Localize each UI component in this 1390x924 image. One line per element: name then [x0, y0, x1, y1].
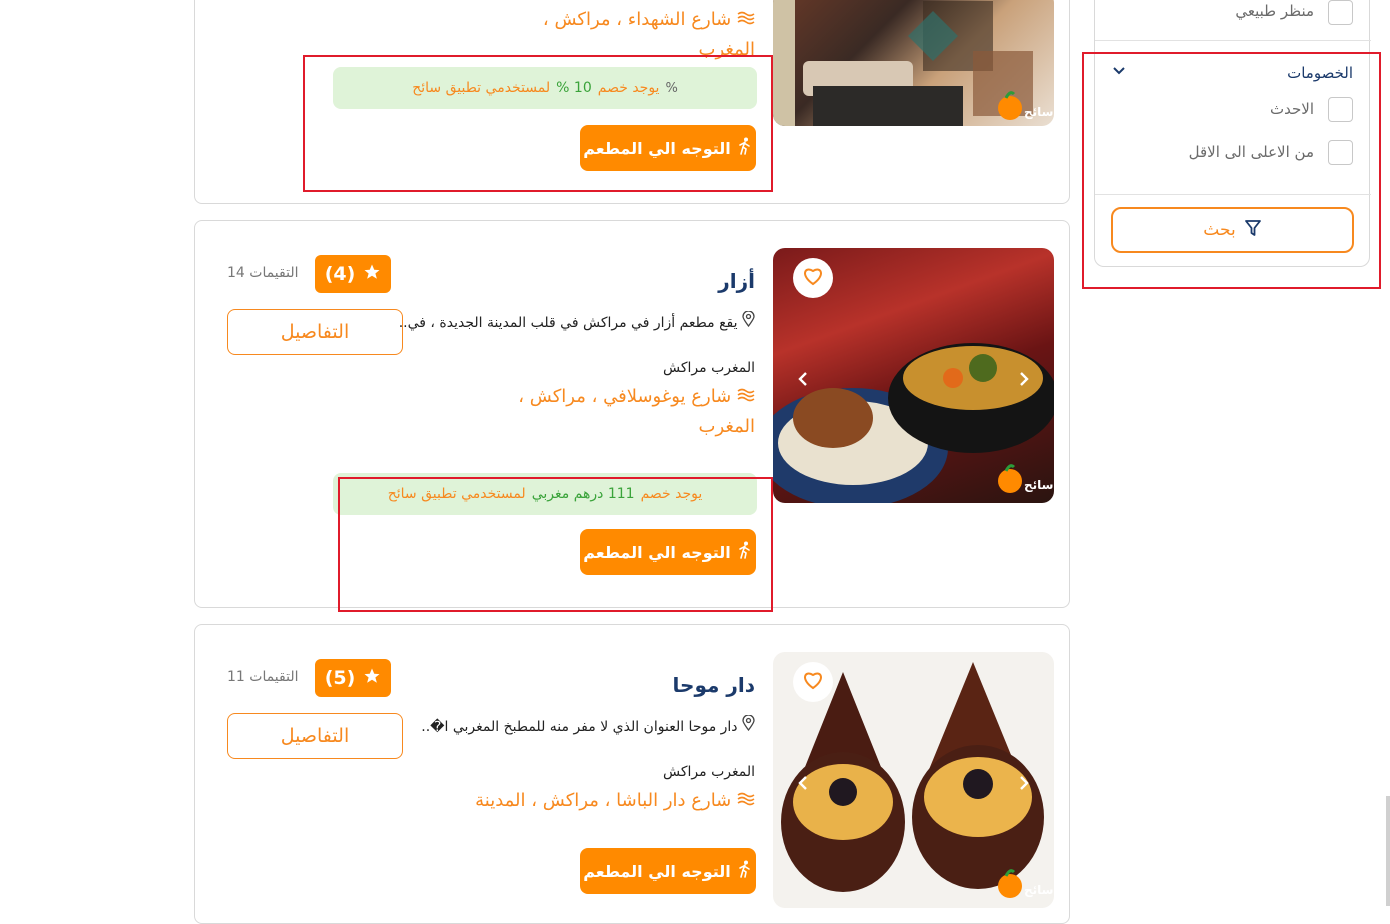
- scrollbar[interactable]: [1386, 796, 1390, 906]
- restaurant-street: شارع دار الباشا ، مراكش ، المدينة: [455, 786, 755, 816]
- pin-icon: [742, 714, 755, 739]
- reviews-count: 11 التقيمات: [227, 669, 299, 685]
- restaurant-card: سائح دار موحا (5) 11 التقيمات التفاصيل د…: [194, 624, 1070, 924]
- restaurant-photo[interactable]: سائح: [773, 248, 1054, 503]
- rating-badge: (5): [315, 659, 391, 697]
- reviews-count: 14 التقيمات: [227, 265, 299, 281]
- highlight-box: [303, 55, 773, 192]
- walk-icon: [737, 860, 753, 882]
- heart-icon: [802, 670, 824, 694]
- details-button[interactable]: التفاصيل: [227, 309, 403, 355]
- go-to-restaurant-button[interactable]: التوجه الي المطعم: [580, 848, 756, 894]
- svg-text:سائح: سائح: [1024, 105, 1053, 119]
- road-icon: [737, 5, 755, 35]
- favorite-button[interactable]: [793, 258, 833, 298]
- rating-badge: (4): [315, 255, 391, 293]
- filter-checkbox[interactable]: [1328, 0, 1353, 25]
- chevron-right-icon[interactable]: [1014, 774, 1032, 792]
- road-icon: [737, 786, 755, 816]
- favorite-button[interactable]: [793, 662, 833, 702]
- road-icon: [737, 382, 755, 412]
- restaurant-street: شارع يوغوسلافي ، مراكش ، المغرب: [485, 382, 755, 442]
- brand-logo-icon: سائح: [998, 91, 1053, 120]
- restaurant-city: المغرب مراكش: [663, 764, 755, 780]
- pin-icon: [742, 310, 755, 335]
- star-icon: [363, 263, 381, 286]
- restaurant-name[interactable]: أزار: [718, 269, 755, 293]
- restaurant-description: يقع مطعم أزار في مراكش في قلب المدينة ال…: [395, 310, 755, 335]
- brand-logo-icon: سائح: [998, 464, 1053, 493]
- chevron-left-icon[interactable]: [795, 370, 813, 388]
- highlight-box: [338, 477, 773, 612]
- brand-logo-icon: سائح: [998, 869, 1053, 898]
- details-button[interactable]: التفاصيل: [227, 713, 403, 759]
- divider: [1095, 40, 1371, 41]
- heart-icon: [802, 266, 824, 290]
- filter-label: منظر طبيعي: [1235, 2, 1314, 20]
- svg-text:سائح: سائح: [1024, 478, 1053, 492]
- restaurant-photo[interactable]: سائح: [773, 652, 1054, 908]
- chevron-left-icon[interactable]: [795, 774, 813, 792]
- restaurant-description: دار موحا العنوان الذي لا مفر منه للمطبخ …: [395, 714, 755, 739]
- svg-text:سائح: سائح: [1024, 883, 1053, 897]
- star-icon: [363, 667, 381, 690]
- chevron-right-icon[interactable]: [1014, 370, 1032, 388]
- restaurant-name[interactable]: دار موحا: [673, 673, 755, 697]
- highlight-box: [1082, 52, 1381, 289]
- restaurant-city: المغرب مراكش: [663, 360, 755, 376]
- restaurant-photo[interactable]: سائح: [773, 0, 1054, 126]
